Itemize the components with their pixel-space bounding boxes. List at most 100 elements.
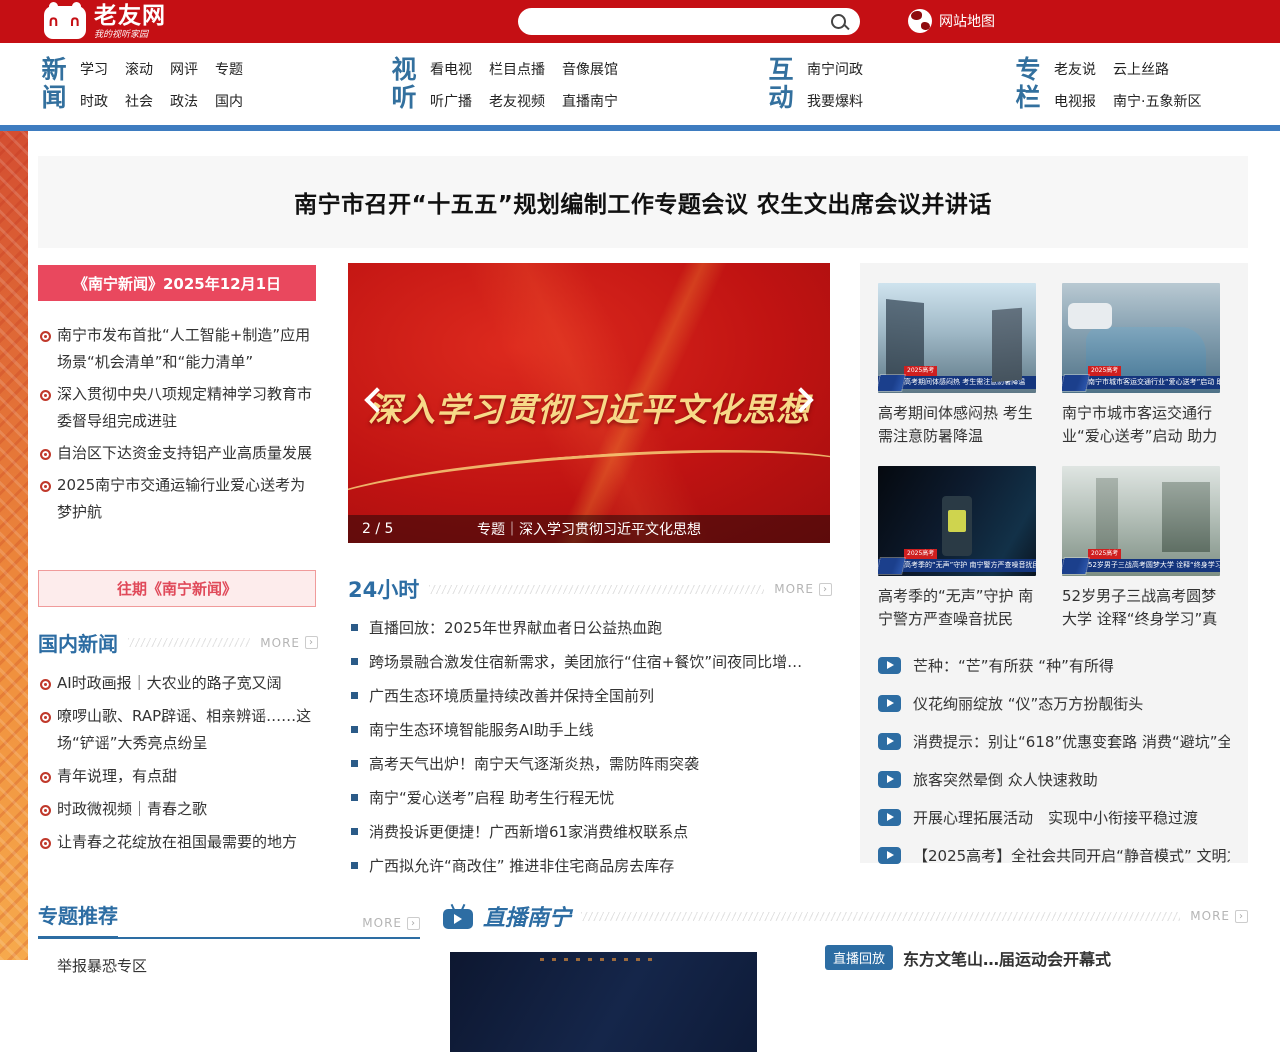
list-item[interactable]: 让青春之花绽放在祖国最需要的地方 [38,829,318,856]
more-arrow-icon: › [407,917,420,930]
video-caption[interactable]: 南宁市城市客运交通行业“爱心送考”启动 助力高考 [1062,402,1220,450]
nav-columns-label[interactable]: 专栏 [1012,56,1040,116]
nav-link-zhuanti[interactable]: 专题 [215,59,243,79]
nav-link-yunshang[interactable]: 云上丝路 [1113,59,1169,79]
list-item[interactable]: 广西生态环境质量持续改善并保持全国前列 [348,686,832,706]
video-caption[interactable]: 高考季的“无声”守护 南宁警方严查噪音扰民 [878,585,1036,633]
video-list-title: 消费提示：别让“618”优惠变套路 消费“避坑”全指南 [913,731,1230,752]
hero-carousel[interactable]: 深入学习贯彻习近平文化思想 2 / 5 专题｜深入学习贯彻习近平文化思想 [348,263,830,543]
nav-link-zhengfa[interactable]: 政法 [170,91,198,111]
topics-more-link[interactable]: MORE › [362,916,420,930]
list-item[interactable]: 青年说理，有点甜 [38,763,318,790]
list-item[interactable]: AI时政画报｜大农业的路子宽又阔 [38,670,318,697]
nav-link-wenzheng[interactable]: 南宁问政 [807,59,863,79]
nav-link-gundong[interactable]: 滚动 [125,59,153,79]
list-item[interactable]: 旅客突然晕倒 众人快速救助 [878,769,1230,790]
video-list-title: 旅客突然晕倒 众人快速救助 [913,769,1098,790]
video-caption[interactable]: 高考期间体感闷热 考生需注意防暑降温 [878,402,1036,450]
nav-link-dianshibao[interactable]: 电视报 [1054,91,1096,111]
domestic-news-section: 国内新闻 MORE › AI时政画报｜大农业的路子宽又阔 嘹啰山歌、RAP辟谣、… [38,628,318,862]
list-item[interactable]: 深入贯彻中央八项规定精神学习教育市委督导组完成进驻 [38,381,318,435]
list-item[interactable]: 开展心理拓展活动 实现中小衔接平稳过渡 [878,807,1230,828]
video-card[interactable]: 2025高考 高考季的“无声”守护 南宁警方严查噪音扰民 高考季的“无声”守护 … [878,466,1036,633]
video-card[interactable]: 2025高考 南宁市城市客运交通行业“爱心送考”启动 助力高考 南宁市城市客运交… [1062,283,1220,450]
list-item[interactable]: 2025南宁市交通运输行业爱心送考为梦护航 [38,472,318,526]
nav-link-laoyoushuo[interactable]: 老友说 [1054,59,1096,79]
list-item[interactable]: 仪花绚丽绽放 “仪”态万方扮靓街头 [878,693,1230,714]
nav-link-zhibonanning[interactable]: 直播南宁 [562,91,618,111]
video-thumbnail: 2025高考 高考期间体感闷热 考生需注意防暑降温 [878,283,1036,393]
nav-link-laoyoushipin[interactable]: 老友视频 [489,91,545,111]
search-icon[interactable] [831,14,846,29]
site-title: 老友网 [94,5,166,28]
nav-divider [0,125,1280,131]
list-item[interactable]: 南宁市发布首批“人工智能+制造”应用场景“机会清单”和“能力清单” [38,322,318,376]
channel-logo-icon [878,375,905,391]
video-caption[interactable]: 52岁男子三战高考圆梦大学 诠释“终身学习”真谛 [1062,585,1220,633]
top-bar: ∩ ∩ 老友网 我的视听家园 网站地图 [0,0,1280,43]
list-item[interactable]: 时政微视频｜青春之歌 [38,796,318,823]
list-item[interactable]: 消费投诉更便捷！广西新增61家消费维权联系点 [348,822,832,842]
video-tag: 2025高考 [904,549,937,559]
list-item[interactable]: 直播回放：2025年世界献血者日公益热血跑 [348,618,832,638]
replay-title: 东方文笔山…届运动会开幕式 [903,946,1111,970]
hatch-divider [128,638,250,647]
video-card[interactable]: 2025高考 高考期间体感闷热 考生需注意防暑降温 高考期间体感闷热 考生需注意… [878,283,1036,450]
site-tagline: 我的视听家园 [94,31,166,40]
list-item[interactable]: 芒种：“芒”有所获 “种”有所得 [878,655,1230,676]
headline-band: 南宁市召开“十五五”规划编制工作专题会议 农生文出席会议并讲话 [38,156,1248,248]
site-logo[interactable]: ∩ ∩ 老友网 我的视听家园 [44,5,166,40]
play-icon [878,695,901,712]
nav-link-kandianshi[interactable]: 看电视 [430,59,472,79]
nav-link-shehui[interactable]: 社会 [125,91,153,111]
nav-link-lanmudianbo[interactable]: 栏目点播 [489,59,545,79]
list-item[interactable]: 高考天气出炉！南宁天气逐渐炎热，需防阵雨突袭 [348,754,832,774]
replay-item[interactable]: 直播回放 东方文笔山…届运动会开幕式 [825,945,1111,970]
list-item[interactable]: 自治区下达资金支持铝产业高质量发展 [38,440,318,467]
nav-group-video: 视听 看电视 栏目点播 音像展馆 听广播 老友视频 直播南宁 [388,56,618,116]
top-headline[interactable]: 南宁市召开“十五五”规划编制工作专题会议 农生文出席会议并讲话 [294,185,992,219]
nav-link-shizheng[interactable]: 时政 [80,91,108,111]
nav-link-tingguangbo[interactable]: 听广播 [430,91,472,111]
list-item[interactable]: 消费提示：别让“618”优惠变套路 消费“避坑”全指南 [878,731,1230,752]
nanning-news-banner[interactable]: 《南宁新闻》2025年12月1日 [38,265,316,301]
live-more-link[interactable]: MORE › [1190,909,1248,923]
list-item[interactable]: 【2025高考】全社会共同开启“静音模式” 文明之… [878,845,1230,866]
nav-interact-label[interactable]: 互动 [765,56,793,116]
list-item[interactable]: 南宁“爱心送考”启程 助考生行程无忧 [348,788,832,808]
channel-logo-icon [1062,558,1089,574]
play-icon [878,657,901,674]
nav-video-label[interactable]: 视听 [388,56,416,116]
nav-group-columns: 专栏 老友说 云上丝路 电视报 南宁·五象新区 [1012,56,1201,116]
nav-link-guonei[interactable]: 国内 [215,91,243,111]
nav-link-wangping[interactable]: 网评 [170,59,198,79]
video-thumbnail: 2025高考 高考季的“无声”守护 南宁警方严查噪音扰民 [878,466,1036,576]
hours24-list: 直播回放：2025年世界献血者日公益热血跑 跨场景融合激发住宿新需求，美团旅行“… [348,618,832,876]
nav-news-label[interactable]: 新闻 [38,56,66,116]
nav-link-xuexi[interactable]: 学习 [80,59,108,79]
live-player-thumbnail[interactable] [450,952,757,1052]
hours24-title: 24小时 [348,574,419,604]
list-item[interactable]: 跨场景融合激发住宿新需求，美团旅行“住宿+餐饮”间夜同比增… [348,652,832,672]
search-input[interactable] [518,14,831,29]
hours24-more-link[interactable]: MORE › [774,582,832,596]
list-item[interactable]: 南宁生态环境智能服务AI助手上线 [348,720,832,740]
domestic-more-link[interactable]: MORE › [260,636,318,650]
topics-first-item[interactable]: 举报暴恐专区 [38,955,420,976]
video-card[interactable]: 2025高考 52岁男子三战高考圆梦大学 诠释“终身学习”真谛 52岁男子三战高… [1062,466,1220,633]
list-item[interactable]: 广西拟允许“商改住” 推进非住宅商品房去库存 [348,856,832,876]
mascot-logo-icon: ∩ ∩ [44,6,86,39]
archive-button[interactable]: 往期《南宁新闻》 [38,570,316,607]
nav-link-baoliao[interactable]: 我要爆料 [807,91,863,111]
play-icon [878,733,901,750]
mascot-eyes: ∩ ∩ [44,14,86,28]
nav-link-yinxiang[interactable]: 音像展馆 [562,59,618,79]
carousel-caption[interactable]: 专题｜深入学习贯彻习近平文化思想 [348,519,830,539]
list-item[interactable]: 嘹啰山歌、RAP辟谣、相亲辨谣……这场“铲谣”大秀亮点纷呈 [38,703,318,757]
sitemap-link[interactable]: 网站地图 [908,9,995,33]
video-list-title: 开展心理拓展活动 实现中小衔接平稳过渡 [913,807,1198,828]
video-panel: 2025高考 高考期间体感闷热 考生需注意防暑降温 高考期间体感闷热 考生需注意… [860,263,1248,863]
hatch-divider [429,585,764,594]
nav-link-wuxiang[interactable]: 南宁·五象新区 [1113,91,1201,111]
search-bar[interactable] [518,8,860,35]
